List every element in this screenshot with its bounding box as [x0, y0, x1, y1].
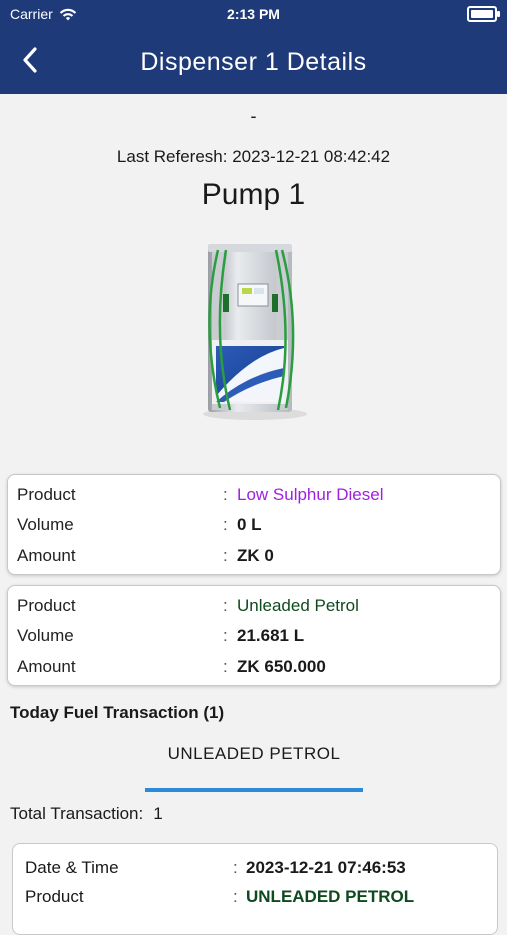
total-transactions: Total Transaction: 1	[10, 804, 163, 824]
product-row: Product : Unleaded Petrol	[8, 596, 500, 626]
separator: :	[223, 485, 228, 504]
last-refresh-value: 2023-12-21 08:42:42	[232, 147, 391, 166]
separator: :	[223, 515, 228, 534]
product-label: Product	[17, 596, 76, 615]
total-transactions-count: 1	[153, 804, 163, 823]
status-bar: Carrier 2:13 PM	[0, 0, 507, 28]
amount-value: ZK 650.000	[237, 657, 326, 676]
separator: :	[233, 858, 238, 877]
separator: :	[223, 657, 228, 676]
separator: :	[223, 546, 228, 565]
last-refresh-label: Last Referesh:	[116, 147, 228, 166]
volume-label: Volume	[17, 626, 74, 645]
page-title: Dispenser 1 Details	[140, 47, 367, 76]
product-card: Product : Unleaded Petrol Volume : 21.68…	[7, 585, 501, 686]
back-button[interactable]	[14, 44, 46, 76]
product-label: Product	[17, 485, 76, 504]
product-card: Product : Low Sulphur Diesel Volume : 0 …	[7, 474, 501, 575]
volume-row: Volume : 0 L	[8, 515, 500, 545]
tab-label: UNLEADED PETROL	[167, 744, 341, 763]
amount-row: Amount : ZK 0	[8, 546, 500, 576]
separator: :	[233, 887, 238, 906]
product-value: Unleaded Petrol	[237, 596, 359, 615]
volume-value: 0 L	[237, 515, 262, 534]
amount-label: Amount	[17, 546, 76, 565]
status-time: 2:13 PM	[227, 6, 280, 22]
transaction-product-row: Product : UNLEADED PETROL	[13, 887, 497, 917]
pump-title: Pump 1	[201, 178, 306, 211]
transaction-card[interactable]: Date & Time : 2023-12-21 07:46:53 Produc…	[12, 843, 498, 935]
total-transactions-label: Total Transaction:	[10, 804, 144, 823]
last-refresh: Last Referesh: 2023-12-21 08:42:42	[0, 147, 507, 167]
chevron-left-icon	[23, 47, 37, 73]
transaction-datetime-row: Date & Time : 2023-12-21 07:46:53	[13, 858, 497, 888]
product-row: Product : Low Sulphur Diesel	[8, 485, 500, 515]
tab-unleaded-petrol[interactable]: UNLEADED PETROL	[145, 744, 363, 792]
amount-value: ZK 0	[237, 546, 274, 565]
product-label: Product	[25, 887, 84, 906]
status-dash: -	[250, 106, 257, 126]
separator: :	[223, 596, 228, 615]
product-value: Low Sulphur Diesel	[237, 485, 384, 504]
volume-label: Volume	[17, 515, 74, 534]
datetime-value: 2023-12-21 07:46:53	[246, 858, 406, 877]
tab-active-indicator	[145, 788, 363, 792]
volume-value: 21.681 L	[237, 626, 305, 645]
datetime-label: Date & Time	[25, 858, 119, 877]
fuel-dispenser-image	[203, 244, 307, 420]
amount-label: Amount	[17, 657, 76, 676]
separator: :	[223, 626, 228, 645]
navigation-bar: Dispenser 1 Details	[0, 30, 507, 94]
product-value: UNLEADED PETROL	[246, 887, 415, 906]
amount-row: Amount : ZK 650.000	[8, 657, 500, 687]
today-transactions-heading: Today Fuel Transaction (1)	[10, 703, 225, 722]
header-bar: Carrier 2:13 PM Dispenser 1 Details	[0, 0, 507, 94]
battery-icon	[467, 6, 500, 22]
volume-row: Volume : 21.681 L	[8, 626, 500, 656]
